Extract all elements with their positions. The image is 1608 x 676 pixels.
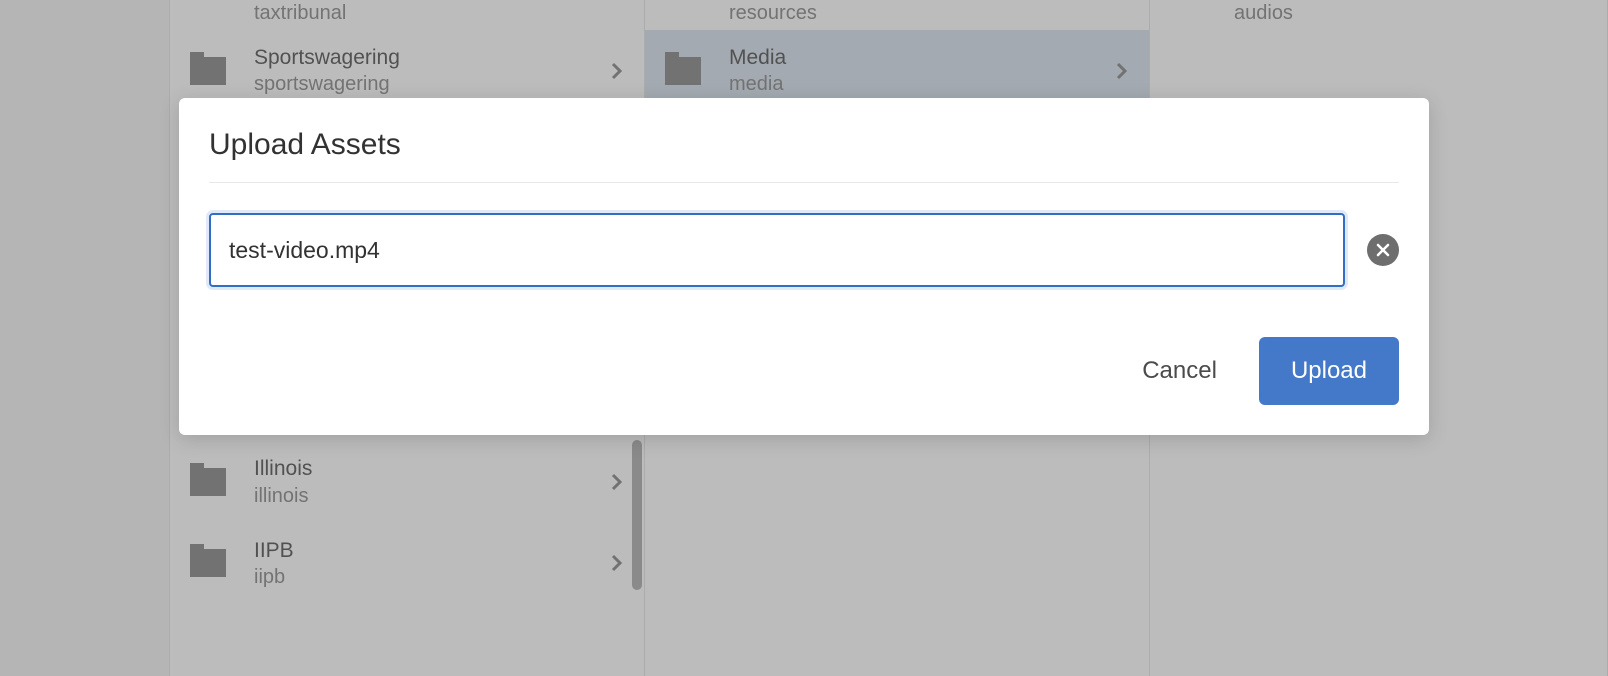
- filename-input-row: [209, 213, 1399, 287]
- filename-input[interactable]: [209, 213, 1345, 287]
- cancel-button[interactable]: Cancel: [1128, 339, 1231, 403]
- modal-actions: Cancel Upload: [209, 337, 1399, 405]
- close-icon: [1375, 242, 1391, 258]
- upload-button[interactable]: Upload: [1259, 337, 1399, 405]
- clear-input-button[interactable]: [1367, 234, 1399, 266]
- modal-title: Upload Assets: [209, 128, 1399, 183]
- upload-assets-modal: Upload Assets Cancel Upload: [179, 98, 1429, 435]
- modal-overlay: Upload Assets Cancel Upload: [0, 0, 1608, 676]
